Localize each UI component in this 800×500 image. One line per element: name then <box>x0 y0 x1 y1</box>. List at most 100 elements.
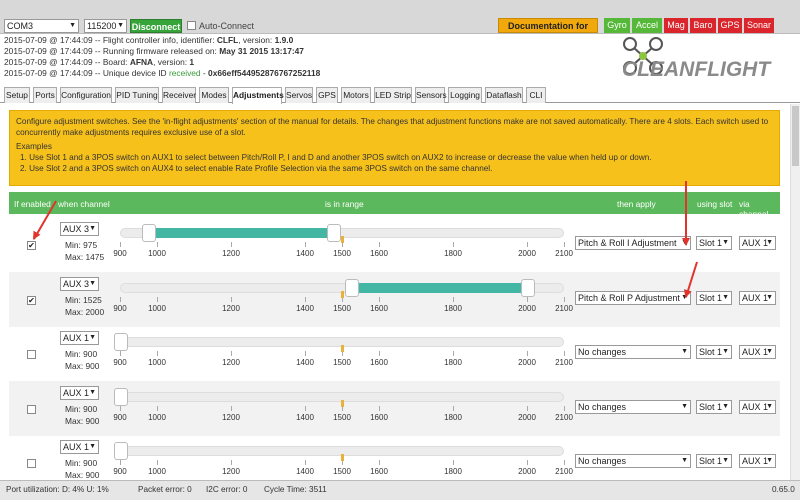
sensor-mag: Mag <box>664 18 688 33</box>
range-min-handle[interactable] <box>114 442 128 460</box>
auto-connect-checkbox[interactable] <box>187 21 196 30</box>
scale-tick-label: 1500 <box>333 358 351 367</box>
range-min-handle[interactable] <box>114 387 128 406</box>
via-channel-select[interactable]: AUX 1 ▼ <box>739 345 776 359</box>
range-min-handle[interactable] <box>345 278 360 297</box>
chevron-down-icon: ▼ <box>722 293 729 301</box>
enable-checkbox[interactable] <box>27 404 36 414</box>
function-select[interactable]: No changes ▼ <box>575 399 691 414</box>
scrollbar-thumb[interactable] <box>792 106 799 166</box>
tab-cli[interactable]: CLI <box>526 87 546 103</box>
scale-tick-label: 1000 <box>148 358 166 367</box>
scale-tick <box>231 351 232 356</box>
disconnect-button[interactable]: Disconnect <box>130 19 182 33</box>
via-channel-select[interactable]: AUX 1 ▼ <box>739 454 776 468</box>
scale-tick-label: 2000 <box>518 412 536 422</box>
sensor-sonar: Sonar <box>744 18 774 33</box>
scale-tick-label: 1500 <box>333 467 351 476</box>
scale-tick-label: 1200 <box>222 412 240 422</box>
scale-tick <box>157 296 158 302</box>
enable-checkbox[interactable]: ✔ <box>27 295 36 305</box>
scale-tick <box>157 242 158 247</box>
scale-tick <box>305 351 306 356</box>
port-select[interactable]: COM3 ▼ <box>4 19 79 33</box>
range-max-label: Max: 900 <box>65 361 100 371</box>
scale-tick-label: 1400 <box>296 358 314 367</box>
scale-tick-label: 900 <box>113 303 127 313</box>
sensor-gyro: Gyro <box>604 18 630 33</box>
vertical-scrollbar[interactable] <box>790 104 800 480</box>
channel-position-marker <box>341 399 344 407</box>
enable-checkbox[interactable] <box>27 459 36 468</box>
tab-receiver[interactable]: Receiver <box>162 87 196 103</box>
adjustment-row: AUX 1 ▼ Min: 900 Max: 900 900 1000 1200 1400 150… <box>9 326 780 381</box>
via-channel-select[interactable]: AUX 1 ▼ <box>739 290 776 305</box>
scale-tick <box>453 296 454 302</box>
scale-tick <box>305 296 306 302</box>
scale-tick-label: 1400 <box>296 412 314 422</box>
function-value: Pitch & Roll P Adjustment <box>578 292 680 303</box>
range-min-handle[interactable] <box>114 333 128 351</box>
tab-led-strip[interactable]: LED Strip <box>374 87 412 103</box>
tab-ports[interactable]: Ports <box>33 87 57 103</box>
tab-modes[interactable]: Modes <box>199 87 229 103</box>
tab-setup[interactable]: Setup <box>4 87 30 103</box>
scale-tick-label: 1600 <box>370 249 388 258</box>
tab-adjustments[interactable]: Adjustments <box>232 87 284 104</box>
via-value: AUX 1 <box>742 401 769 412</box>
annotation-arrowhead <box>682 238 690 246</box>
slot-select[interactable]: Slot 1 ▼ <box>696 236 732 250</box>
via-value: AUX 1 <box>742 456 769 466</box>
channel-value: AUX 1 <box>63 387 90 398</box>
tab-servos[interactable]: Servos <box>285 87 313 103</box>
tab-sensors[interactable]: Sensors <box>415 87 447 103</box>
via-channel-select[interactable]: AUX 1 ▼ <box>739 399 776 414</box>
channel-select[interactable]: AUX 1 ▼ <box>60 331 99 345</box>
chevron-down-icon: ▼ <box>117 22 124 29</box>
channel-select[interactable]: AUX 3 ▼ <box>60 276 99 291</box>
baud-select[interactable]: 115200 ▼ <box>84 19 127 33</box>
function-value: No changes <box>578 456 627 466</box>
scale-tick <box>120 405 121 411</box>
via-channel-select[interactable]: AUX 1 ▼ <box>739 236 776 250</box>
channel-select[interactable]: AUX 3 ▼ <box>60 222 99 236</box>
tab-configuration[interactable]: Configuration <box>60 87 112 103</box>
documentation-button[interactable]: Documentation for 1.9.0 <box>498 18 598 45</box>
function-select[interactable]: Pitch & Roll P Adjustment ▼ <box>575 290 691 305</box>
channel-select[interactable]: AUX 1 ▼ <box>60 385 99 400</box>
chevron-down-icon: ▼ <box>722 402 729 410</box>
slot-select[interactable]: Slot 1 ▼ <box>696 399 732 414</box>
slot-value: Slot 1 <box>699 347 723 357</box>
tab-motors[interactable]: Motors <box>341 87 371 103</box>
tab-gps[interactable]: GPS <box>316 87 338 103</box>
chevron-down-icon: ▼ <box>766 239 773 246</box>
scale-tick-label: 1500 <box>333 303 351 313</box>
tab-logging[interactable]: Logging <box>448 87 482 103</box>
range-fill <box>148 228 334 238</box>
channel-select[interactable]: AUX 1 ▼ <box>60 440 99 454</box>
enable-checkbox[interactable]: ✔ <box>27 241 36 250</box>
range-min-handle[interactable] <box>141 224 156 242</box>
function-select[interactable]: No changes ▼ <box>575 345 691 359</box>
function-select[interactable]: No changes ▼ <box>575 454 691 468</box>
enable-checkbox[interactable] <box>27 350 36 359</box>
chevron-down-icon: ▼ <box>89 388 96 396</box>
slot-select[interactable]: Slot 1 ▼ <box>696 454 732 468</box>
scale-tick <box>157 351 158 356</box>
slot-select[interactable]: Slot 1 ▼ <box>696 345 732 359</box>
range-min-label: Min: 975 <box>65 240 98 250</box>
scale-tick-label: 2100 <box>555 467 573 476</box>
scale-tick <box>564 296 565 302</box>
tab-dataflash[interactable]: Dataflash <box>485 87 523 103</box>
tab-bar: Setup Ports Configuration PID Tuning Receive… <box>0 85 800 104</box>
scale-tick-label: 2100 <box>555 358 573 367</box>
slot-select[interactable]: Slot 1 ▼ <box>696 290 732 305</box>
info-note: Configure adjustment switches. See the '… <box>9 110 780 186</box>
range-max-handle[interactable] <box>521 278 535 297</box>
range-max-handle[interactable] <box>326 224 341 242</box>
example-1: 1. Use Slot 1 and a 3POS switch on AUX1 … <box>20 153 652 162</box>
chevron-down-icon: ▼ <box>766 402 773 410</box>
function-select[interactable]: Pitch & Roll I Adjustment▼ <box>575 236 691 250</box>
tab-pid-tuning[interactable]: PID Tuning <box>115 87 159 103</box>
scale-tick-label: 900 <box>113 358 127 367</box>
